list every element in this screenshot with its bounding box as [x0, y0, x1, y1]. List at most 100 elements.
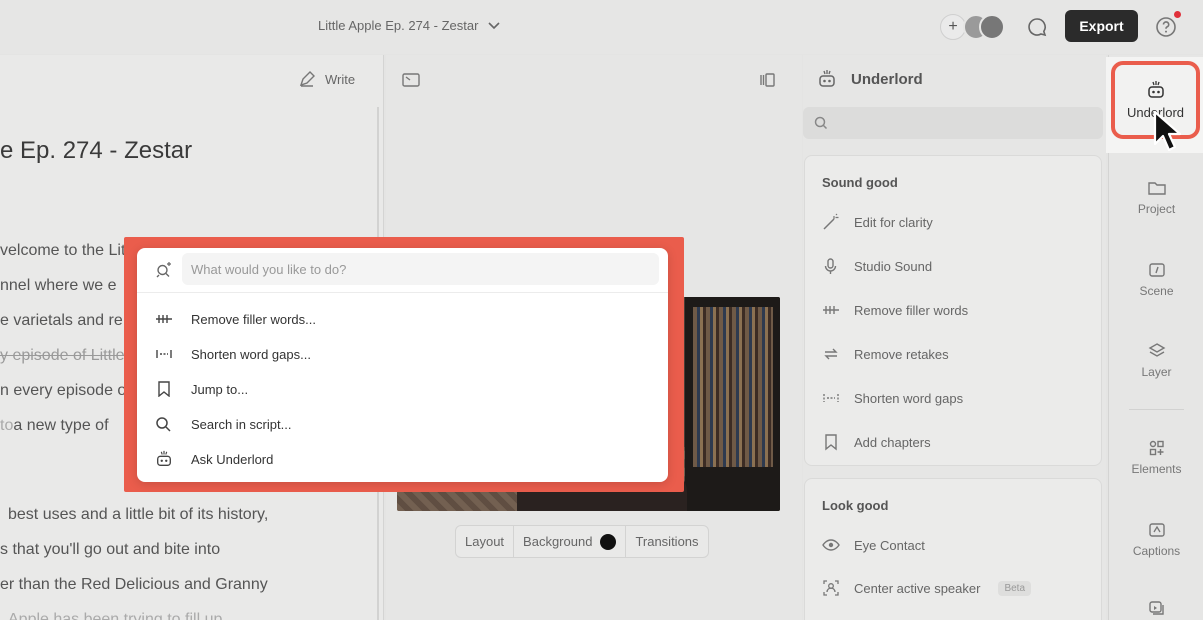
underlord-header: Underlord [817, 70, 923, 88]
script-word-faded: to [0, 417, 14, 434]
comment-icon[interactable] [1026, 16, 1048, 38]
underlord-panel: Underlord Sound good Edit for clarity St… [803, 55, 1106, 620]
layers-icon [1148, 343, 1165, 357]
panel-toggle-icon[interactable] [759, 73, 775, 87]
export-button[interactable]: Export [1065, 10, 1138, 42]
captions-icon [1148, 523, 1165, 537]
studio-sound-button[interactable]: Studio Sound [822, 257, 932, 275]
rail-item-layer[interactable]: Layer [1109, 342, 1203, 379]
script-line[interactable]: e varietals and re [0, 312, 123, 330]
rail-item-captions[interactable]: Captions [1109, 521, 1203, 558]
collaborator-avatars[interactable] [963, 14, 1007, 40]
palette-item-label: Shorten word gaps... [191, 346, 311, 362]
background-button[interactable]: Background [514, 526, 627, 557]
item-label: Center active speaker [854, 580, 981, 596]
look-good-card: Look good Eye Contact Center active spea… [804, 478, 1102, 620]
aspect-ratio-icon[interactable] [402, 73, 420, 87]
section-title: Look good [822, 498, 889, 513]
item-label: Studio Sound [854, 258, 933, 274]
rail-item-more[interactable] [1109, 599, 1203, 617]
top-bar: Little Apple Ep. 274 - Zestar + Export [0, 0, 1203, 54]
search-icon [814, 116, 828, 130]
retake-icon [824, 348, 838, 360]
underlord-search-input[interactable] [803, 107, 1103, 139]
palette-item-jump-to[interactable]: Jump to... [155, 376, 248, 402]
write-label: Write [325, 71, 356, 87]
script-text: a new type of [13, 417, 109, 434]
rail-label: Elements [1131, 462, 1182, 476]
section-title: Sound good [822, 175, 898, 190]
background-label: Background [523, 534, 593, 549]
word-gap-icon [156, 350, 172, 358]
video-books [693, 307, 773, 467]
script-line[interactable]: n every episode of [0, 382, 131, 400]
eye-contact-button[interactable]: Eye Contact [822, 536, 925, 554]
transitions-button[interactable]: Transitions [626, 526, 707, 557]
script-title[interactable]: e Ep. 274 - Zestar [0, 137, 192, 165]
help-icon[interactable] [1155, 16, 1177, 38]
rail-label: Captions [1132, 544, 1181, 558]
filler-words-icon [823, 306, 839, 314]
item-label: Add chapters [854, 434, 931, 450]
rail-label: Layer [1141, 365, 1172, 379]
sound-good-card: Sound good Edit for clarity Studio Sound… [804, 155, 1102, 466]
item-label: Edit for clarity [854, 214, 933, 230]
mouse-cursor-icon [1153, 110, 1182, 152]
add-chapters-button[interactable]: Add chapters [822, 433, 931, 451]
palette-input[interactable] [182, 253, 659, 285]
scene-icon [1148, 263, 1165, 277]
palette-item-shorten-word-gaps[interactable]: Shorten word gaps... [155, 341, 311, 367]
ai-prompt-icon [156, 262, 171, 278]
underlord-title: Underlord [851, 70, 923, 88]
notification-dot [1174, 11, 1181, 18]
rail-label: Project [1137, 202, 1176, 216]
command-palette: Remove filler words... Shorten word gaps… [137, 248, 668, 482]
remove-retakes-button[interactable]: Remove retakes [822, 345, 949, 363]
rail-item-scene[interactable]: Scene [1109, 261, 1203, 298]
elements-icon [1149, 440, 1164, 456]
item-label: Remove retakes [854, 346, 949, 362]
search-icon [156, 417, 171, 432]
item-label: Eye Contact [854, 537, 925, 553]
speaker-focus-icon [823, 580, 839, 596]
robot-icon [157, 450, 171, 466]
layout-button[interactable]: Layout [456, 526, 515, 557]
palette-item-ask-underlord[interactable]: Ask Underlord [155, 446, 273, 472]
remove-filler-words-button[interactable]: Remove filler words [822, 301, 968, 319]
microphone-sparkle-icon [824, 258, 837, 274]
item-label: Remove filler words [854, 302, 969, 318]
beta-badge: Beta [998, 580, 1032, 596]
shorten-word-gaps-button[interactable]: Shorten word gaps [822, 389, 963, 407]
script-line[interactable]: nnel where we e [0, 277, 117, 295]
script-line-struck[interactable]: y episode of Little [0, 347, 125, 365]
folder-icon [1147, 182, 1166, 195]
edit-for-clarity-button[interactable]: Edit for clarity [822, 213, 933, 231]
robot-icon [819, 70, 835, 87]
palette-item-remove-filler-words[interactable]: Remove filler words... [155, 306, 316, 332]
rail-item-project[interactable]: Project [1109, 179, 1203, 216]
robot-icon [1147, 81, 1164, 98]
script-line[interactable]: er than the Red Delicious and Granny [0, 576, 268, 594]
script-line[interactable]: s that you'll go out and bite into [0, 541, 220, 559]
palette-item-label: Remove filler words... [191, 311, 316, 327]
rail-item-elements[interactable]: Elements [1109, 439, 1203, 476]
document-title: Little Apple Ep. 274 - Zestar [318, 18, 479, 33]
palette-item-search-in-script[interactable]: Search in script... [155, 411, 291, 437]
eye-icon [822, 539, 840, 551]
center-active-speaker-button[interactable]: Center active speaker Beta [822, 579, 1032, 597]
write-mode-button[interactable]: Write [298, 70, 355, 88]
document-title-dropdown[interactable]: Little Apple Ep. 274 - Zestar [318, 18, 501, 33]
background-color-swatch [600, 533, 617, 550]
rail-label: Scene [1139, 284, 1174, 298]
bookmark-icon [825, 434, 837, 451]
script-line[interactable]: best uses and a little bit of its histor… [8, 506, 268, 524]
palette-item-label: Jump to... [191, 381, 249, 397]
chevron-down-icon [488, 21, 501, 29]
script-line[interactable]: toa new type of [0, 417, 109, 435]
avatar [979, 14, 1005, 40]
palette-item-label: Search in script... [191, 416, 292, 432]
item-label: Shorten word gaps [854, 390, 964, 406]
palette-input-row [137, 248, 668, 293]
script-line[interactable]: Apple has been trying to fill up [8, 611, 222, 620]
rail-divider [1129, 409, 1184, 410]
